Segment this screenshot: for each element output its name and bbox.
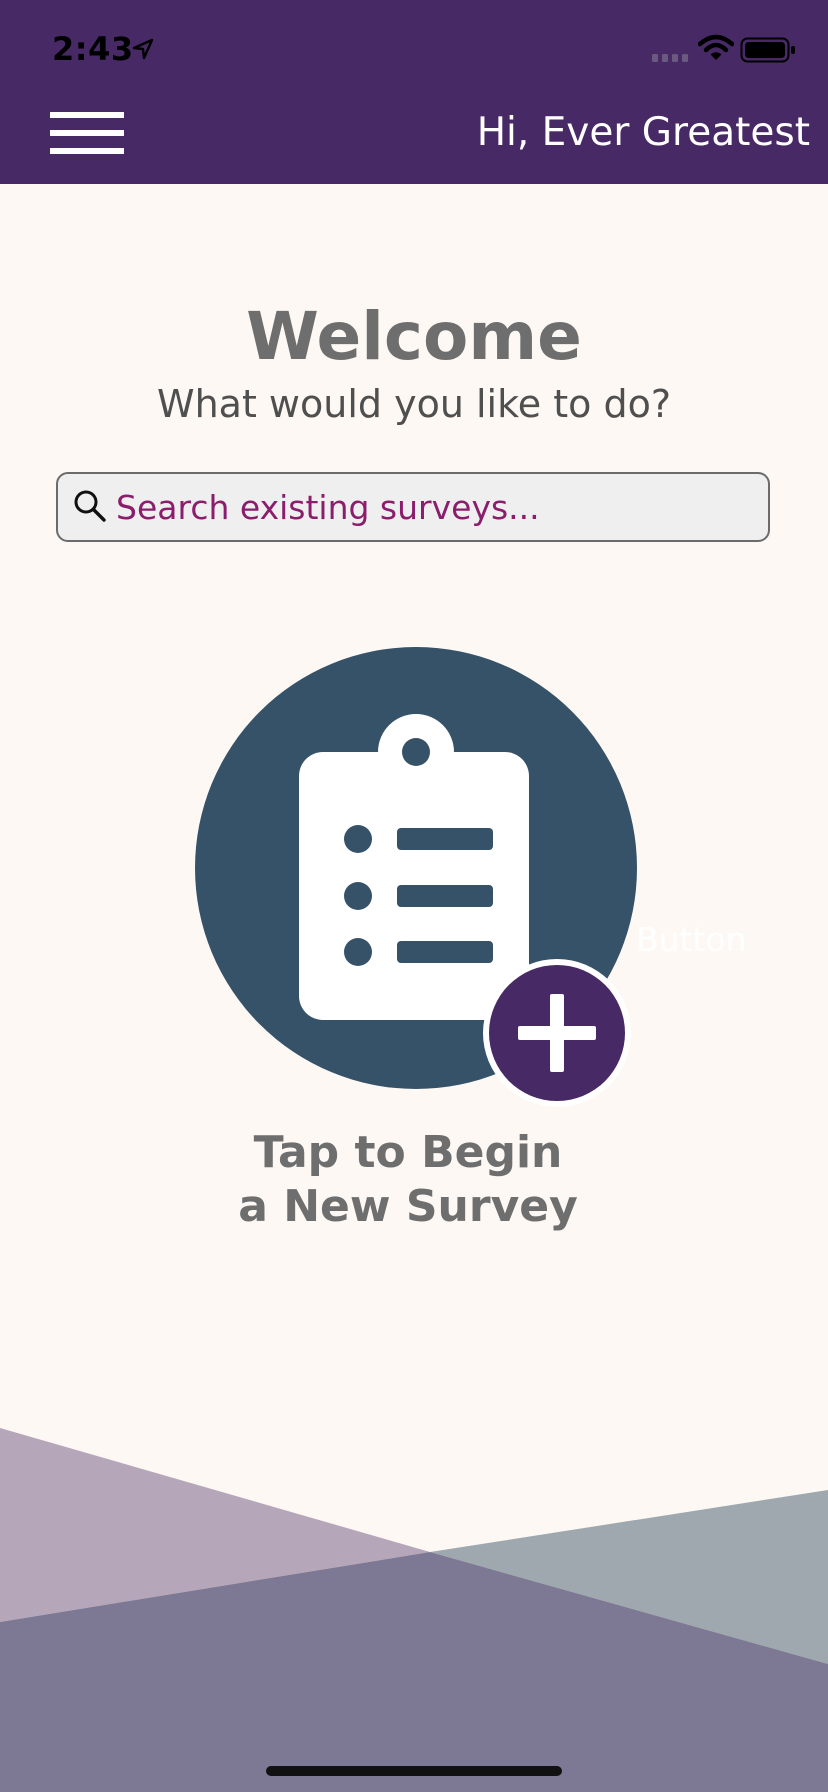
home-indicator[interactable] [266,1766,562,1776]
search-icon [74,490,106,522]
battery-icon [740,37,795,63]
user-greeting: Hi, Ever Greatest [476,110,810,155]
page-subtitle: What would you like to do? [157,382,671,426]
hamburger-menu-icon-bar-bottom [50,148,124,154]
new-survey-button[interactable] [190,640,640,1110]
new-survey-label-line2: a New Survey [238,1181,578,1232]
page-title: Welcome [246,298,582,375]
app-header: 2:43 Hi, Ever Greatest [0,0,828,184]
wifi-icon [698,34,734,60]
hamburger-menu-icon-bar-middle [50,130,124,136]
location-arrow-icon [132,38,154,60]
plus-icon [483,959,631,1107]
hamburger-menu-icon-bar-top [50,112,124,118]
menu-button[interactable] [50,108,126,158]
new-survey-label-line1: Tap to Begin [253,1127,563,1178]
new-survey-label[interactable]: Tap to Begin a New Survey [0,1126,816,1234]
search-input[interactable] [116,480,756,534]
decorative-background-shapes [0,1428,828,1792]
button-placeholder-label: Button [636,920,747,959]
cellular-signal-icon [652,54,688,62]
status-time: 2:43 [52,30,134,68]
search-bar[interactable] [56,472,770,542]
